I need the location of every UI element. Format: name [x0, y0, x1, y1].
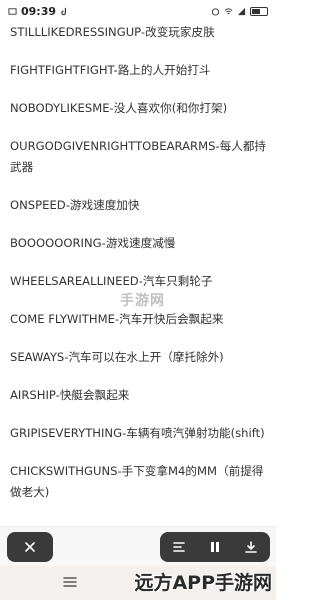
list-item: SEAWAYS-汽车可以在水上开（摩托除外) — [10, 350, 224, 364]
download-icon — [245, 541, 257, 553]
menu-icon[interactable] — [62, 574, 78, 590]
pause-icon — [211, 542, 219, 552]
list-item: OURGODGIVENRIGHTTOBEARARMS-每人都持武器 — [10, 139, 267, 174]
status-right — [211, 6, 268, 16]
list-item: ONSPEED-游戏速度加快 — [10, 198, 140, 212]
list-item: WHEELSAREALLINEED-汽车只剩轮子 — [10, 274, 213, 288]
tiktok-icon — [61, 7, 67, 15]
list-item: CHICKSWITHGUNS-手下变拿M4的MM（前提得做老大) — [10, 464, 264, 499]
media-toolbar — [0, 526, 276, 567]
wifi-icon — [224, 7, 233, 14]
list-item: COME FLYWITHME-汽车开快后会飘起来 — [10, 312, 224, 326]
list-item: STILLLIKEDRESSINGUP-改变玩家皮肤 — [10, 25, 215, 39]
status-time: 09:39 — [21, 4, 57, 18]
system-nav-bar: 远方APP手游网 — [0, 566, 276, 600]
message-icon — [8, 7, 17, 15]
cheat-list: STILLLIKEDRESSINGUP-改变玩家皮肤 FIGHTFIGHTFIG… — [0, 22, 276, 532]
close-icon — [25, 542, 35, 552]
status-bar: 09:39 — [0, 0, 276, 22]
list-item: FIGHTFIGHTFIGHT-路上的人开始打斗 — [10, 63, 211, 77]
list-icon — [173, 542, 185, 552]
brand-watermark: 远方APP手游网 — [134, 572, 272, 594]
alarm-icon — [211, 7, 220, 16]
status-left: 09:39 — [8, 5, 69, 18]
close-button[interactable] — [7, 532, 53, 562]
battery-icon — [250, 6, 268, 16]
list-item: BOOOOOORING-游戏速度减慢 — [10, 236, 176, 250]
list-item: AIRSHIP-快艇会飘起来 — [10, 388, 130, 402]
list-button[interactable] — [161, 532, 197, 562]
list-item: GRIPISEVERYTHING-车辆有喷汽弹射功能(shift) — [10, 426, 265, 440]
pause-button[interactable] — [197, 532, 233, 562]
list-item: NOBODYLIKESME-没人喜欢你(和你打架) — [10, 101, 228, 115]
battery-level — [252, 8, 261, 14]
download-button[interactable] — [233, 532, 269, 562]
signal-icon — [237, 7, 246, 15]
playback-controls — [160, 532, 270, 562]
